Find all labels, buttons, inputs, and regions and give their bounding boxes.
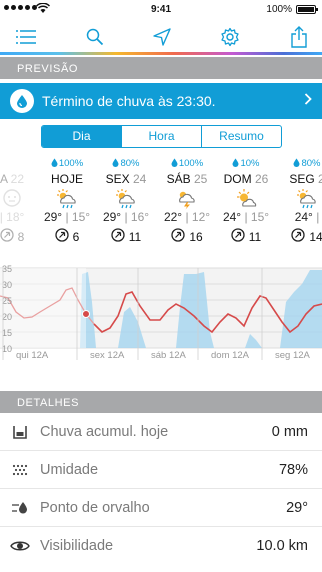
- x-tick-label: sex 12A: [90, 350, 125, 360]
- temperature-range: 29° | 15°: [43, 210, 91, 224]
- eye-icon: [0, 540, 40, 552]
- detail-row-humidity: Umidade 78%: [0, 451, 322, 489]
- wind-speed: 8: [0, 228, 42, 245]
- forecast-chart: 35 30 25 20 15 10 qui 12A sex 12A sáb 12A dom 12A…: [0, 264, 322, 360]
- rain-gauge-icon: [0, 424, 40, 440]
- rain-alert-banner[interactable]: Término de chuva às 23:30.: [0, 83, 322, 119]
- settings-gear-icon[interactable]: [217, 24, 243, 50]
- color-divider: [0, 52, 322, 55]
- temperature-range: 24° |: [294, 210, 320, 224]
- x-tick-label: seg 12A: [275, 350, 311, 360]
- y-tick-label: 15: [2, 328, 12, 338]
- day-name: SEX 24: [105, 172, 147, 186]
- detail-row-dew-point: Ponto de orvalho 29°: [0, 489, 322, 527]
- status-bar: 9:41 100%: [0, 0, 322, 20]
- rain-sun-icon: [96, 188, 156, 210]
- detail-value: 78%: [278, 461, 308, 478]
- detail-label: Chuva acumul. hoje: [40, 423, 169, 440]
- x-tick-label: sáb 12A: [151, 350, 187, 360]
- wind-speed: 6: [37, 228, 97, 245]
- rain-alert-text: Término de chuva às 23:30.: [42, 93, 216, 109]
- wind-speed: 11: [216, 228, 276, 245]
- day-name: SÁB 25: [166, 172, 208, 186]
- wind-direction-icon: [111, 228, 125, 245]
- humidity-icon: [0, 464, 40, 476]
- chevron-right-icon: [304, 92, 312, 110]
- day-column-sun[interactable]: 10% DOM 26 24° | 15° 11: [216, 158, 276, 245]
- day-column-previous[interactable]: A 22 | 18° 8: [0, 158, 42, 245]
- x-tick-label: qui 12A: [16, 350, 49, 360]
- y-tick-label: 10: [2, 344, 12, 354]
- day-column-today[interactable]: 100% HOJE 29° | 15° 6: [37, 158, 97, 245]
- wind-direction-icon: [0, 228, 14, 245]
- toolbar: [0, 20, 322, 52]
- wind-speed: 16: [157, 228, 217, 245]
- detail-label: Umidade: [40, 461, 99, 478]
- detail-value: 29°: [286, 499, 308, 516]
- sun-cloud-icon: [216, 188, 276, 210]
- dew-point-icon: [0, 501, 40, 515]
- detail-label: Ponto de orvalho: [40, 499, 150, 516]
- rain-chance: 10%: [216, 158, 276, 170]
- wind-direction-icon: [55, 228, 69, 245]
- wind-speed: 11: [96, 228, 156, 245]
- battery-percent: 100%: [266, 4, 292, 15]
- x-tick-label: dom 12A: [211, 350, 250, 360]
- day-name: SEG 2: [289, 172, 322, 186]
- cloudy-icon: [0, 188, 42, 210]
- day-name: DOM 26: [223, 172, 269, 186]
- day-column-mon[interactable]: 80% SEG 2 24° | 14: [277, 158, 322, 245]
- temperature-range: 24° | 15°: [222, 210, 270, 224]
- rain-chance: 80%: [96, 158, 156, 170]
- past-overlay: [0, 268, 86, 348]
- day-column-sat[interactable]: 100% SÁB 25 22° | 12° 16: [157, 158, 217, 245]
- detail-label: Visibilidade: [40, 538, 114, 554]
- temperature-range: 29° | 16°: [102, 210, 150, 224]
- detail-value: 0 mm: [271, 423, 308, 440]
- y-tick-label: 30: [2, 280, 12, 290]
- detail-value: 10.0 km: [256, 538, 308, 554]
- location-arrow-icon[interactable]: [149, 24, 175, 50]
- y-tick-label: 25: [2, 296, 12, 306]
- wind-direction-icon: [231, 228, 245, 245]
- rain-chance: [0, 158, 42, 170]
- detail-row-visibility: Visibilidade 10.0 km: [0, 527, 322, 565]
- section-header-details: DETALHES: [0, 391, 322, 413]
- menu-icon[interactable]: [13, 24, 39, 50]
- share-icon[interactable]: [286, 24, 312, 50]
- y-tick-label: 35: [2, 264, 12, 274]
- tab-hora[interactable]: Hora: [121, 126, 201, 147]
- battery-icon: [296, 5, 318, 14]
- day-column-fri[interactable]: 80% SEX 24 29° | 16° 11: [96, 158, 156, 245]
- temperature-range: | 18°: [0, 210, 25, 224]
- y-tick-label: 20: [2, 312, 12, 322]
- rain-chance: 100%: [157, 158, 217, 170]
- wind-direction-icon: [171, 228, 185, 245]
- view-segmented-control: Dia Hora Resumo: [41, 125, 282, 148]
- wind-direction-icon: [291, 228, 305, 245]
- tab-dia[interactable]: Dia: [42, 126, 121, 147]
- day-name: HOJE: [50, 172, 83, 186]
- rain-chance: 100%: [37, 158, 97, 170]
- tab-resumo[interactable]: Resumo: [201, 126, 281, 147]
- day-name: A 22: [0, 172, 25, 186]
- search-icon[interactable]: [82, 24, 108, 50]
- rain-sun-icon: [37, 188, 97, 210]
- current-time-marker: [82, 310, 90, 318]
- wind-speed: 14: [277, 228, 322, 245]
- section-header-forecast: PREVISÃO: [0, 57, 322, 79]
- rain-chance: 80%: [277, 158, 322, 170]
- rain-sun-icon: [277, 188, 322, 210]
- detail-row-rain-accumulation: Chuva acumul. hoje 0 mm: [0, 413, 322, 451]
- temperature-range: 22° | 12°: [163, 210, 211, 224]
- thunder-icon: [157, 188, 217, 210]
- raindrop-icon: [10, 89, 34, 113]
